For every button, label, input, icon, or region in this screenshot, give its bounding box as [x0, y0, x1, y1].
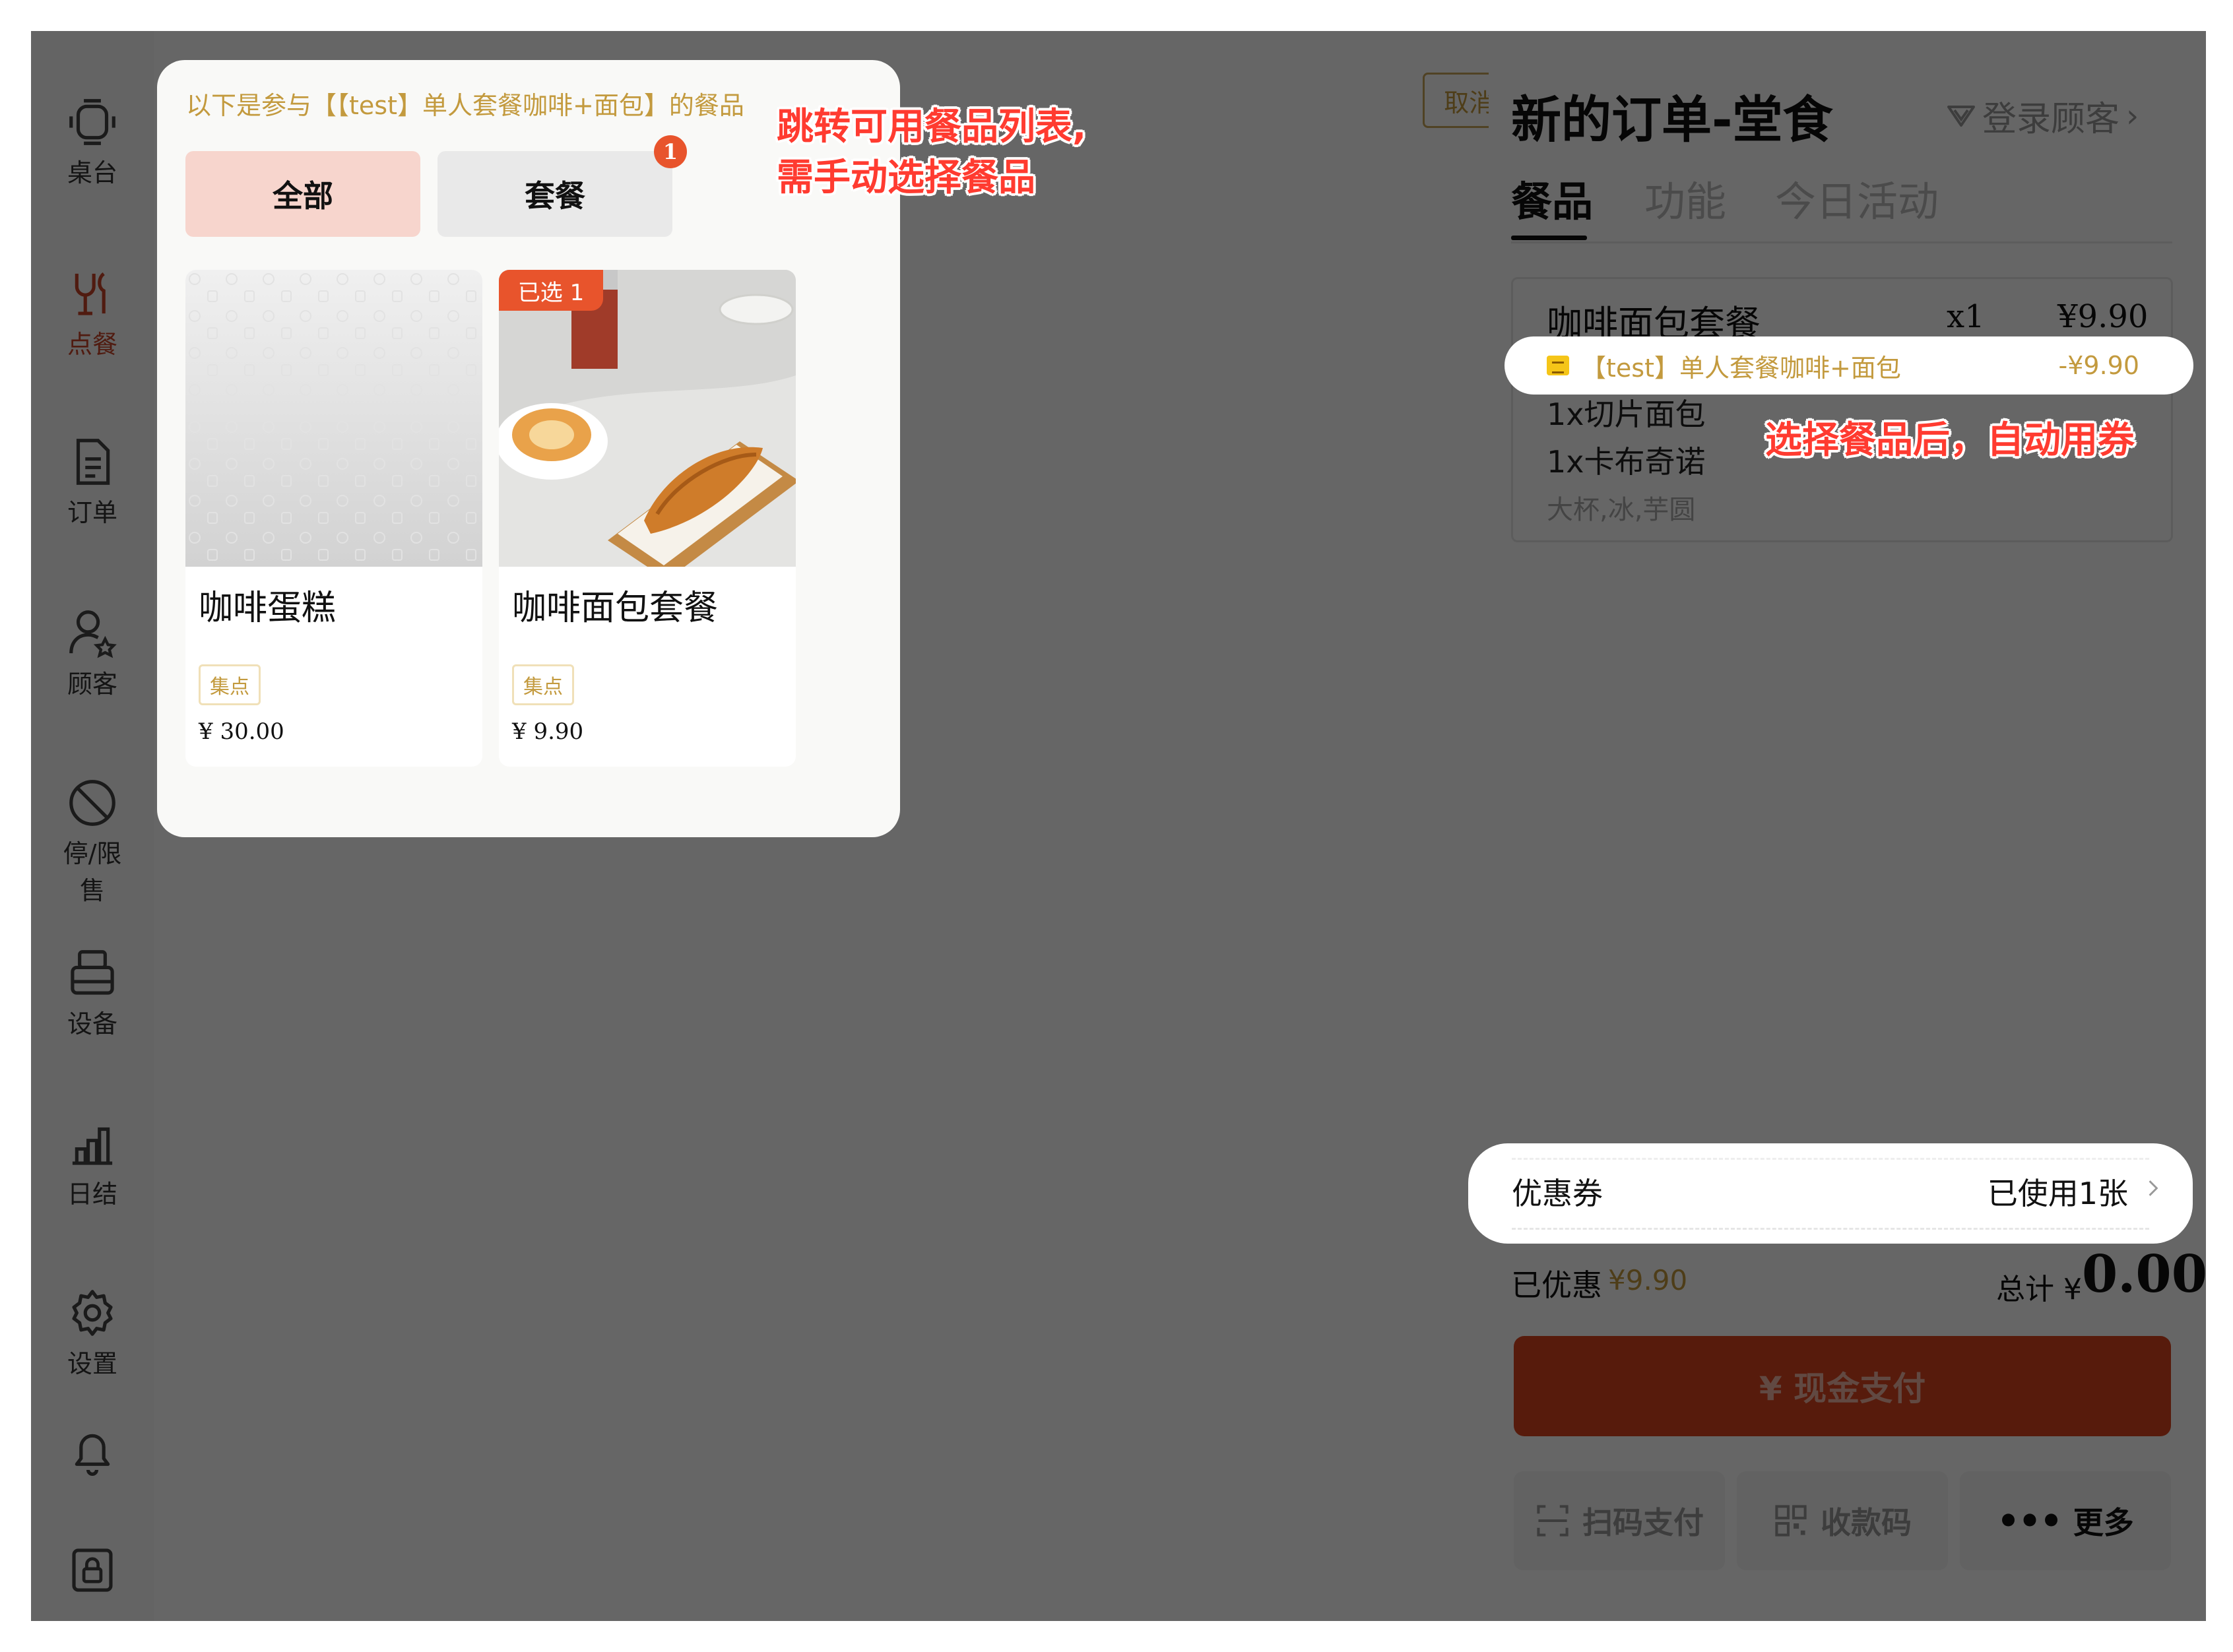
product-price: ¥ 9.90: [512, 718, 584, 745]
product-price: ¥ 30.00: [199, 718, 284, 745]
discount-value: ¥9.90: [1608, 1264, 1688, 1296]
sidebar-item-customers[interactable]: 顾客: [31, 605, 154, 703]
order-subitem-cappuccino: 1x卡布奇诺: [1547, 444, 1706, 480]
more-label: 更多: [2073, 1505, 2134, 1541]
tab-today-activities[interactable]: 今日活动: [1775, 168, 1939, 228]
coupon-selector[interactable]: 优惠券 已使用1张: [1468, 1143, 2193, 1244]
tab-dishes[interactable]: 餐品: [1511, 168, 1593, 228]
ban-icon: [69, 780, 115, 826]
sidebar-item-label: 点餐: [67, 330, 117, 359]
order-item-qty: x1: [1947, 298, 1985, 335]
coupon-label: 优惠券: [1512, 1176, 1603, 1211]
chevron-right-icon: [2149, 1180, 2158, 1196]
product-name: 咖啡面包套餐: [512, 588, 719, 628]
sidebar-item-label: 设备: [67, 1009, 117, 1038]
document-icon: [76, 439, 110, 485]
discount-label: 已优惠: [1511, 1267, 1602, 1303]
scan-pay-button[interactable]: 扫码支付: [1514, 1471, 1725, 1570]
points-tag: 集点: [512, 664, 574, 705]
product-card-coffee-bread-combo[interactable]: 已选 1 咖啡面包套餐 集点 ¥ 9.90: [499, 270, 796, 767]
sidebar-item-orders[interactable]: 订单: [31, 433, 154, 531]
sidebar: 桌台 点餐 订单 顾客 停/限售 设备 日结 设置: [31, 31, 154, 1621]
qr-code-button[interactable]: 收款码: [1737, 1471, 1948, 1570]
scan-icon: [1537, 1505, 1569, 1537]
popup-hint: 以下是参与【【test】单人套餐咖啡+面包】的餐品: [186, 91, 744, 120]
qr-code-icon: [1775, 1505, 1807, 1537]
login-customer-button[interactable]: 登录顾客 ›: [1947, 91, 2139, 141]
order-item-options: 大杯,冰,芋圆: [1547, 495, 1696, 525]
product-name: 咖啡蛋糕: [199, 588, 337, 628]
sidebar-item-label: 订单: [67, 498, 117, 527]
gear-icon: [72, 1290, 113, 1336]
applied-coupon-name: 【test】单人套餐咖啡+面包: [1581, 353, 1901, 383]
sidebar-item-daily-close[interactable]: 日结: [31, 1115, 154, 1213]
customer-star-icon: [69, 610, 117, 658]
sidebar-item-label: 顾客: [67, 670, 117, 699]
sidebar-item-tables[interactable]: 桌台: [31, 94, 154, 191]
selected-count-tag: 已选 1: [499, 270, 603, 311]
sidebar-item-lock[interactable]: [31, 1542, 154, 1603]
applied-coupon-amount: -¥9.90: [2058, 351, 2140, 380]
login-customer-label: 登录顾客: [1982, 100, 2120, 139]
sidebar-item-order-food[interactable]: 点餐: [31, 265, 154, 363]
sidebar-item-notifications[interactable]: [31, 1423, 154, 1484]
printer-icon: [71, 950, 114, 995]
divider: [1512, 1158, 2149, 1160]
annotation-jump-line1: 跳转可用餐品列表,: [777, 106, 1087, 148]
cash-pay-button[interactable]: ¥ 现金支付: [1514, 1336, 2171, 1436]
bell-icon: [75, 1434, 110, 1476]
divider: [1512, 1228, 2149, 1230]
chevron-right-icon: ›: [2126, 97, 2139, 135]
product-card-coffee-cake[interactable]: 咖啡蛋糕 集点 ¥ 30.00: [185, 270, 482, 767]
tab-all[interactable]: 全部: [185, 151, 420, 237]
tabs-divider: [1511, 241, 2172, 243]
combo-photo: [499, 270, 796, 567]
more-button[interactable]: ••• 更多: [1960, 1471, 2171, 1570]
qr-code-label: 收款码: [1821, 1505, 1912, 1541]
sidebar-item-stop-sale[interactable]: 停/限售: [31, 775, 154, 909]
total-value: 0.00: [2082, 1244, 2207, 1304]
placeholder-image: [185, 270, 482, 567]
active-tab-indicator: [1511, 236, 1587, 240]
order-title: 新的订单-堂食: [1511, 90, 1833, 149]
combo-count-badge: 1: [654, 135, 687, 168]
annotation-auto-coupon: 选择餐品后，自动用券: [1765, 419, 2135, 462]
sidebar-item-label: 桌台: [67, 158, 117, 187]
order-subitem-bread: 1x切片面包: [1547, 397, 1706, 432]
cutlery-icon: [75, 272, 106, 315]
more-dots-icon: •••: [1997, 1500, 2063, 1542]
sidebar-item-label: 日结: [67, 1180, 117, 1209]
sidebar-item-devices[interactable]: 设备: [31, 945, 154, 1042]
order-item-price: ¥9.90: [2057, 298, 2149, 335]
tab-combo[interactable]: 套餐: [437, 151, 672, 237]
scan-pay-label: 扫码支付: [1582, 1505, 1704, 1541]
lock-icon: [72, 1548, 113, 1592]
sidebar-item-settings[interactable]: 设置: [31, 1285, 154, 1382]
sidebar-item-label: 设置: [67, 1349, 117, 1378]
points-tag: 集点: [199, 664, 261, 705]
meituan-icon: [1547, 356, 1569, 375]
coupon-used-count: 已使用1张: [1987, 1176, 2128, 1211]
bar-chart-icon: [72, 1127, 113, 1165]
annotation-jump-line2: 需手动选择餐品: [777, 156, 1035, 199]
tab-functions[interactable]: 功能: [1644, 168, 1726, 228]
sidebar-item-label: 停/限售: [63, 839, 122, 905]
table-icon: [69, 99, 115, 145]
vip-icon: [1947, 105, 1975, 127]
applied-coupon-row: 【test】单人套餐咖啡+面包 -¥9.90: [1505, 336, 2193, 395]
total-label: 总计 ¥: [1996, 1273, 2082, 1306]
